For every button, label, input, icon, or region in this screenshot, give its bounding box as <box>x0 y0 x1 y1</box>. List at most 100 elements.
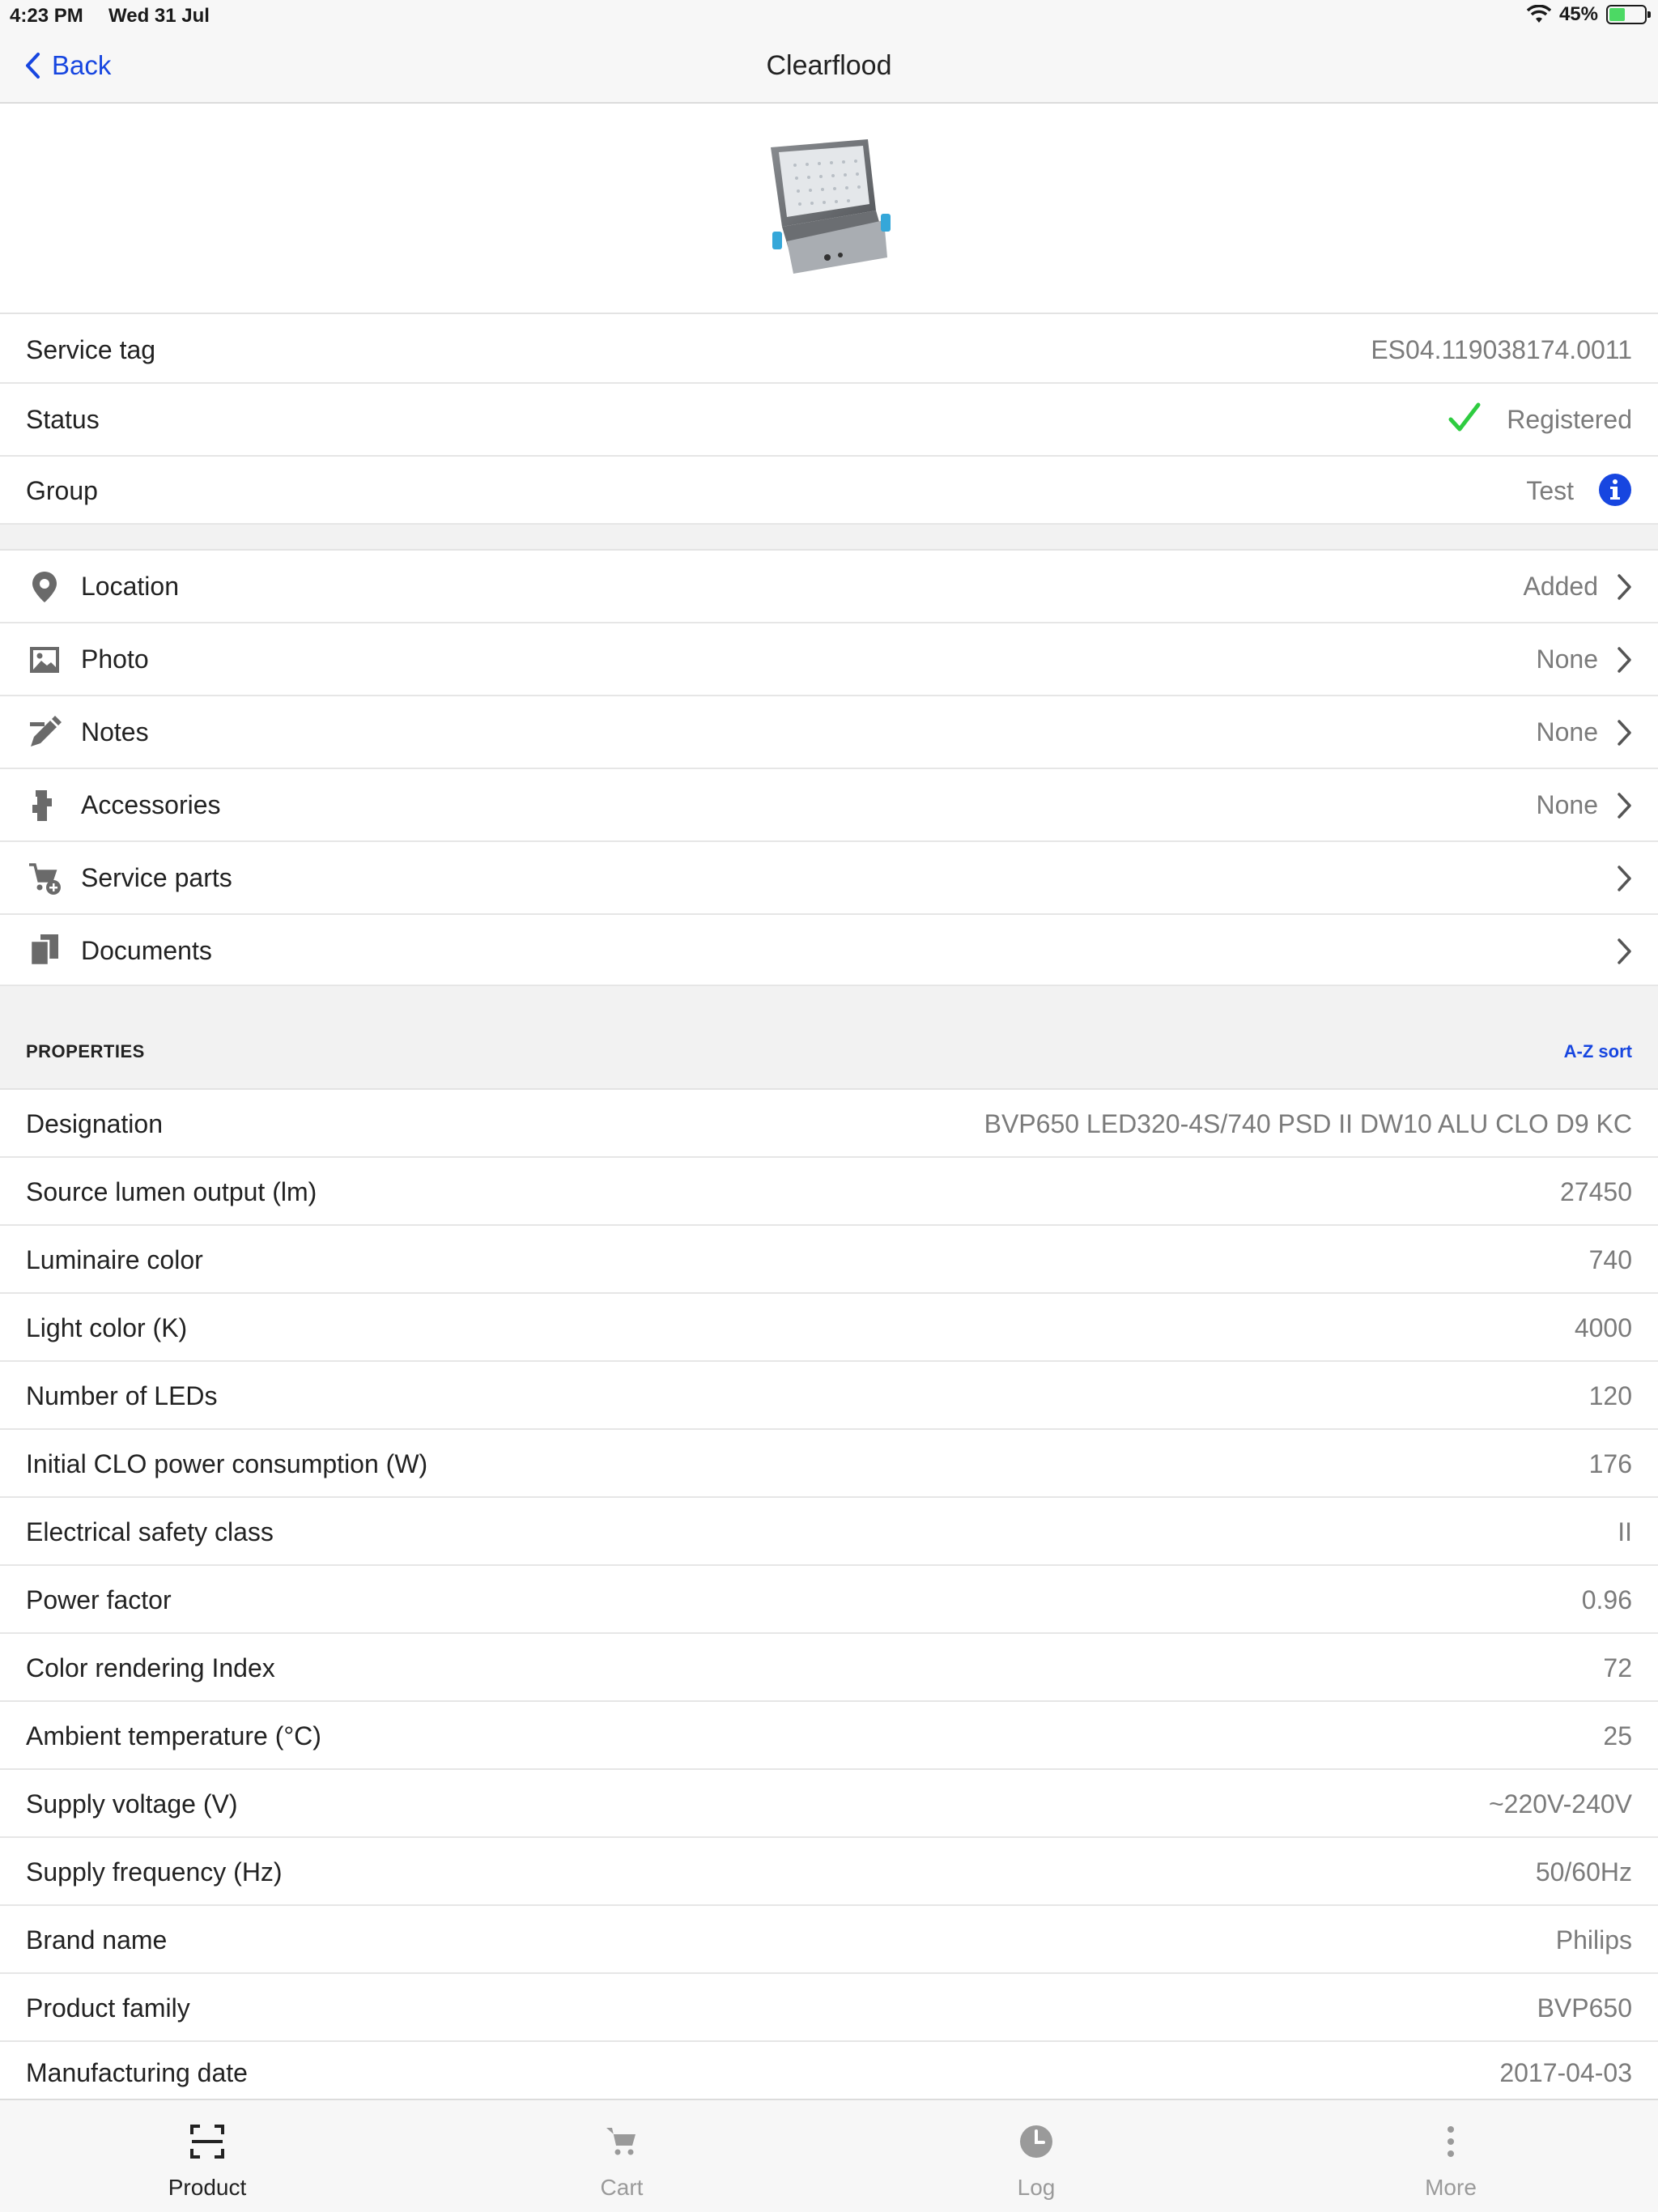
tab-more[interactable]: More <box>1244 2100 1658 2212</box>
group-label: Group <box>26 476 98 505</box>
documents-row[interactable]: Documents <box>0 915 1658 986</box>
status-time: 4:23 PM <box>10 5 83 27</box>
tab-label: Product <box>168 2175 247 2200</box>
accessories-value: None <box>1536 790 1599 819</box>
property-value: 176 <box>1588 1449 1632 1478</box>
az-sort-button[interactable]: A-Z sort <box>1564 1041 1632 1062</box>
service-parts-row[interactable]: Service parts <box>0 842 1658 915</box>
pencil-icon <box>30 716 62 747</box>
property-row: Manufacturing date 2017-04-03 <box>0 2042 1658 2099</box>
chevron-right-icon <box>1618 647 1631 673</box>
photo-row[interactable]: Photo None <box>0 623 1658 696</box>
wifi-icon <box>1526 5 1551 23</box>
cart-add-icon <box>29 863 61 895</box>
tab-bar: Product Cart Log More <box>0 2099 1658 2212</box>
property-label: Supply voltage (V) <box>26 1789 238 1819</box>
chevron-right-icon <box>1618 574 1631 600</box>
property-label: Electrical safety class <box>26 1517 274 1546</box>
property-value: BVP650 LED320-4S/740 PSD II DW10 ALU CLO… <box>984 1109 1632 1138</box>
service-tag-label: Service tag <box>26 335 156 364</box>
accessories-icon <box>32 790 52 821</box>
property-value: 72 <box>1603 1653 1632 1682</box>
property-value: 27450 <box>1560 1177 1632 1206</box>
chevron-right-icon <box>1618 720 1631 746</box>
chevron-right-icon <box>1618 938 1631 964</box>
property-label: Source lumen output (lm) <box>26 1177 317 1206</box>
property-row: Supply frequency (Hz) 50/60Hz <box>0 1838 1658 1906</box>
property-value: ~220V-240V <box>1488 1789 1632 1819</box>
battery-icon <box>1606 5 1651 24</box>
property-row: Number of LEDs 120 <box>0 1362 1658 1430</box>
cart-icon <box>606 2128 636 2155</box>
group-value: Test <box>1526 476 1574 505</box>
product-image <box>771 139 891 274</box>
info-icon[interactable] <box>1598 473 1632 507</box>
battery-percent: 45% <box>1558 3 1598 25</box>
location-pin-icon <box>32 572 57 602</box>
documents-label: Documents <box>81 936 212 965</box>
property-row: Electrical safety class II <box>0 1498 1658 1566</box>
property-value: 25 <box>1603 1721 1632 1750</box>
property-value: 120 <box>1588 1381 1632 1410</box>
property-row: Light color (K) 4000 <box>0 1294 1658 1362</box>
chevron-right-icon <box>1618 793 1631 819</box>
property-label: Luminaire color <box>26 1245 203 1274</box>
property-row: Designation BVP650 LED320-4S/740 PSD II D… <box>0 1090 1658 1158</box>
product-image-area <box>0 104 1658 314</box>
status-date: Wed 31 Jul <box>108 5 210 27</box>
documents-icon <box>29 934 58 967</box>
notes-row[interactable]: Notes None <box>0 696 1658 769</box>
notes-value: None <box>1536 717 1599 747</box>
property-row: Initial CLO power consumption (W) 176 <box>0 1430 1658 1498</box>
more-vertical-icon <box>1448 2126 1454 2157</box>
property-label: Number of LEDs <box>26 1381 218 1410</box>
group-row[interactable]: Group Test <box>0 457 1658 525</box>
service-parts-label: Service parts <box>81 863 232 892</box>
property-value: 0.96 <box>1581 1585 1632 1614</box>
accessories-row[interactable]: Accessories None <box>0 769 1658 842</box>
property-label: Supply frequency (Hz) <box>26 1857 283 1887</box>
property-label: Initial CLO power consumption (W) <box>26 1449 428 1478</box>
property-label: Designation <box>26 1109 163 1138</box>
status-value: Registered <box>1507 405 1632 434</box>
clock-icon <box>1020 2125 1052 2158</box>
tab-log[interactable]: Log <box>829 2100 1244 2212</box>
property-label: Ambient temperature (°C) <box>26 1721 321 1750</box>
property-row: Ambient temperature (°C) 25 <box>0 1702 1658 1770</box>
property-row: Color rendering Index 72 <box>0 1634 1658 1702</box>
property-label: Brand name <box>26 1925 168 1955</box>
tab-product[interactable]: Product <box>0 2100 414 2212</box>
property-row: Luminaire color 740 <box>0 1226 1658 1294</box>
property-value: 740 <box>1588 1245 1632 1274</box>
accessories-label: Accessories <box>81 790 221 819</box>
photo-value: None <box>1536 644 1599 674</box>
location-row[interactable]: Location Added <box>0 551 1658 623</box>
section-spacer <box>0 525 1658 551</box>
location-value: Added <box>1523 572 1598 601</box>
property-value: 2017-04-03 <box>1499 2058 1632 2087</box>
property-label: Light color (K) <box>26 1313 188 1342</box>
chevron-right-icon <box>1618 866 1631 891</box>
tab-label: More <box>1425 2175 1477 2200</box>
property-row: Supply voltage (V) ~220V-240V <box>0 1770 1658 1838</box>
property-label: Power factor <box>26 1585 172 1614</box>
property-value: II <box>1618 1517 1632 1546</box>
tab-label: Log <box>1017 2175 1056 2200</box>
property-value: 50/60Hz <box>1535 1857 1632 1887</box>
status-row: Status Registered <box>0 384 1658 457</box>
property-value: 4000 <box>1574 1313 1632 1342</box>
property-value: Philips <box>1555 1925 1632 1955</box>
status-bar: 4:23 PM Wed 31 Jul 45% <box>0 0 1658 32</box>
scan-icon <box>190 2125 224 2159</box>
property-label: Manufacturing date <box>26 2058 248 2087</box>
service-tag-row: Service tag ES04.119038174.0011 <box>0 316 1658 384</box>
photo-icon <box>30 647 59 673</box>
property-row: Product family BVP650 <box>0 1974 1658 2042</box>
check-icon <box>1448 402 1481 432</box>
tab-cart[interactable]: Cart <box>414 2100 829 2212</box>
page-title: Clearflood <box>766 50 892 81</box>
property-row: Source lumen output (lm) 27450 <box>0 1158 1658 1226</box>
property-row: Power factor 0.96 <box>0 1566 1658 1634</box>
property-row: Brand name Philips <box>0 1906 1658 1974</box>
tab-label: Cart <box>600 2175 644 2200</box>
